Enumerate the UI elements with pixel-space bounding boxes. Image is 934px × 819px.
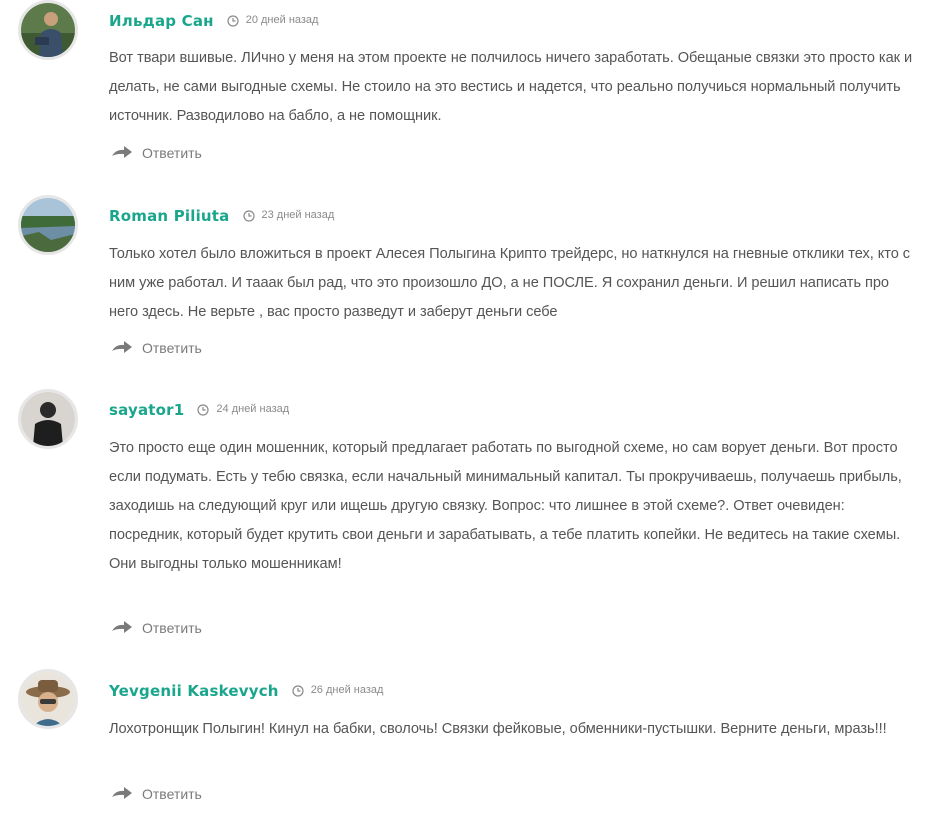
reply-button[interactable]: Ответить <box>111 340 202 356</box>
reply-label: Ответить <box>142 145 202 161</box>
reply-button[interactable]: Ответить <box>111 620 202 636</box>
comment-date[interactable]: 23 дней назад <box>242 209 335 222</box>
comment-text: Вот твари вшивые. ЛИчно у меня на этом п… <box>109 50 913 124</box>
author-name[interactable]: Yevgenii Kaskevych <box>109 682 279 700</box>
comment-header: Roman Piliuta 23 дней назад <box>109 207 334 225</box>
clock-icon <box>197 404 210 416</box>
reply-arrow-icon <box>112 341 132 353</box>
avatar[interactable] <box>18 669 78 729</box>
avatar[interactable] <box>18 389 78 449</box>
clock-icon <box>292 685 304 697</box>
reply-button[interactable]: Ответить <box>111 786 202 802</box>
author-name[interactable]: Ильдар Сан <box>109 12 214 30</box>
comment-date-text: 23 дней назад <box>261 209 335 221</box>
comment-date-text: 24 дней назад <box>216 403 290 415</box>
reply-arrow-icon <box>112 146 132 158</box>
comment-header: sayator1 24 дней назад <box>109 401 289 419</box>
avatar[interactable] <box>18 195 78 255</box>
comment-header: Ильдар Сан 20 дней назад <box>109 12 318 30</box>
reply-label: Ответить <box>142 620 202 636</box>
comment-date-text: 20 дней назад <box>245 14 319 26</box>
avatar[interactable] <box>18 0 78 60</box>
clock-icon <box>227 15 239 27</box>
reply-button[interactable]: Ответить <box>111 145 202 161</box>
reply-label: Ответить <box>142 340 202 356</box>
comment-date-text: 26 дней назад <box>310 684 384 696</box>
comment-date[interactable]: 26 дней назад <box>292 684 384 697</box>
comment-text: Это просто еще один мошенник, который пр… <box>109 440 902 572</box>
comment-text: Лохотронщик Полыгин! Кинул на бабки, сво… <box>109 721 887 737</box>
clock-icon <box>242 210 255 222</box>
author-name[interactable]: Roman Piliuta <box>109 207 230 225</box>
comment-date[interactable]: 20 дней назад <box>227 14 319 27</box>
comment-date[interactable]: 24 дней назад <box>197 403 290 416</box>
comment-header: Yevgenii Kaskevych 26 дней назад <box>109 682 383 700</box>
reply-arrow-icon <box>112 621 132 633</box>
reply-label: Ответить <box>142 786 202 802</box>
comment-text: Только хотел было вложиться в проект Але… <box>109 246 911 320</box>
author-name[interactable]: sayator1 <box>109 401 184 419</box>
reply-arrow-icon <box>112 787 132 799</box>
